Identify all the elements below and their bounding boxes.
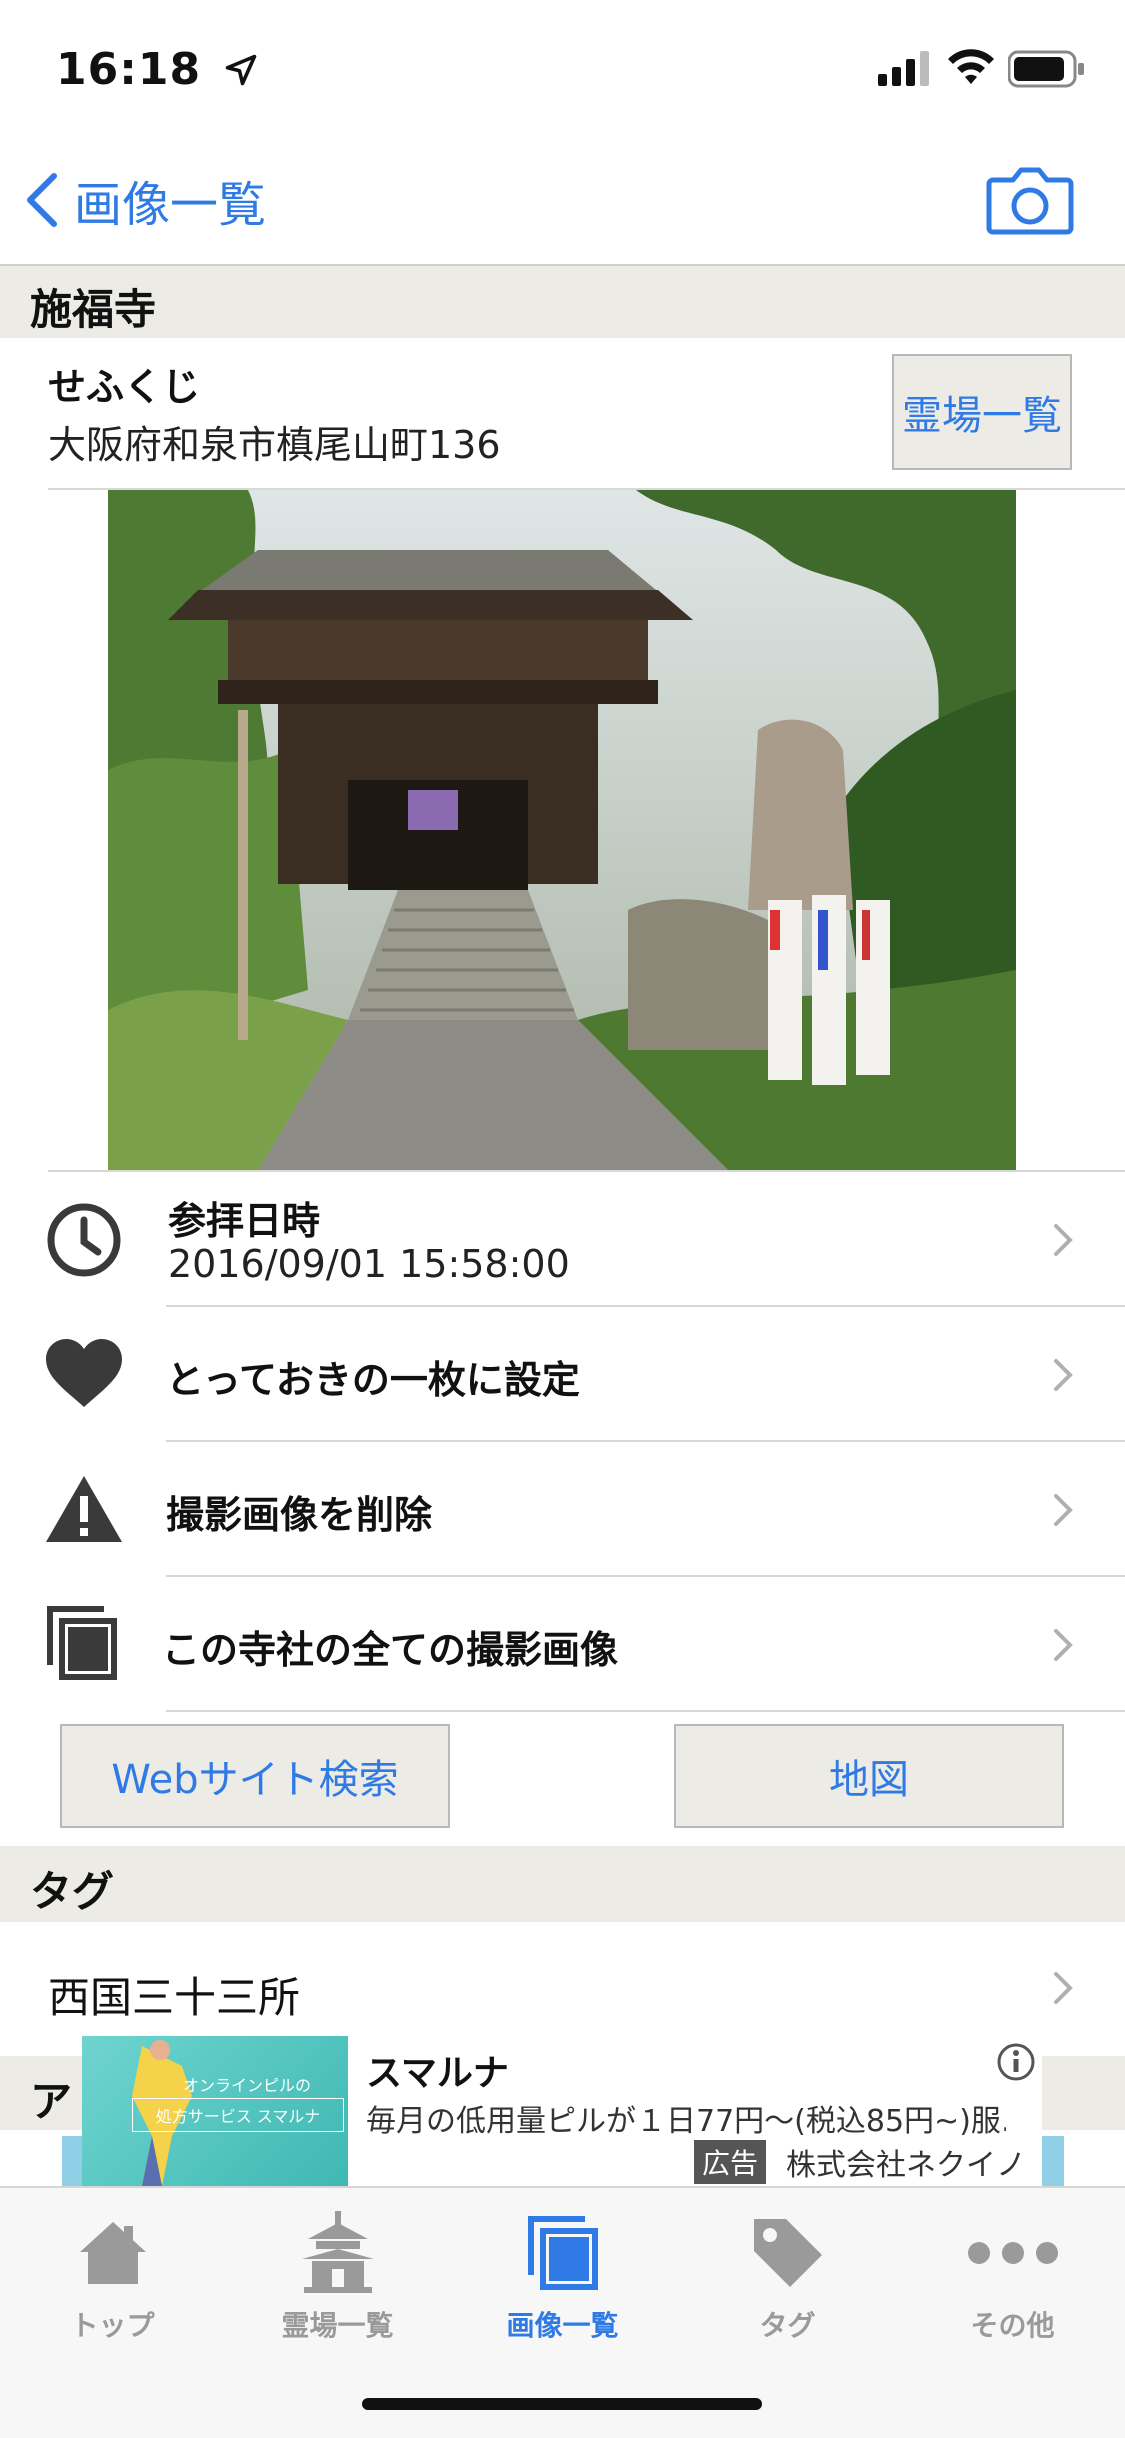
tab-images-label: 画像一覧 [506,2309,619,2342]
more-icon [967,2242,1058,2264]
ad-banner[interactable]: オンラインピルの 処方サービス スマルナ スマルナ 毎月の低用量ピルが１日77円… [82,2036,1042,2186]
wifi-icon [946,48,996,92]
temple-address: 大阪府和泉市槙尾山町136 [48,423,501,467]
temple-photo[interactable] [108,490,1016,1170]
battery-icon [1007,50,1086,92]
delete-image-row[interactable]: 撮影画像を削除 [0,1442,1125,1576]
delete-image-label: 撮影画像を削除 [166,1493,433,1537]
status-time: 16:18 [56,44,259,95]
home-indicator [362,2398,762,2410]
chevron-right-icon [1054,1494,1073,1526]
tag-icon [753,2219,822,2287]
camera-button[interactable] [985,160,1075,240]
all-images-row[interactable]: この寺社の全ての撮影画像 [0,1577,1125,1711]
all-images-label: この寺社の全ての撮影画像 [162,1628,619,1672]
set-favorite-row[interactable]: とっておきの一枚に設定 [0,1307,1125,1441]
tab-more[interactable]: その他 [900,2208,1125,2344]
ad-company: 株式会社ネクイノ [786,2148,1026,2183]
web-search-button[interactable]: Webサイト検索 [60,1724,450,1828]
chevron-right-icon [1054,1359,1073,1391]
tab-images[interactable]: 画像一覧 [450,2208,675,2344]
tags-header-label: タグ [30,1867,115,1916]
tab-sacred-sites-label: 霊場一覧 [281,2309,394,2342]
ad-image-text-1: オンラインピルの [182,2076,311,2095]
visit-datetime-row[interactable]: 参拝日時 2016/09/01 15:58:00 [0,1172,1125,1306]
warning-icon [46,1476,122,1542]
chevron-right-icon [1054,1629,1073,1661]
divider [166,1710,1125,1712]
camera-icon [986,167,1074,235]
back-label: 画像一覧 [74,177,267,233]
map-button[interactable]: 地図 [674,1724,1064,1828]
visit-datetime-value: 2016/09/01 15:58:00 [168,1242,570,1286]
temple-name-header: 施福寺 [0,266,1125,338]
tab-tags-label: タグ [759,2309,816,2342]
tab-top-label: トップ [70,2309,155,2342]
ad-title: スマルナ [366,2053,509,2094]
temple-reading: せふくじ [48,365,201,409]
ad-info-icon[interactable] [996,2042,1036,2082]
next-section-label: ア [30,2077,73,2126]
set-favorite-label: とっておきの一枚に設定 [166,1358,580,1402]
ad-description: 毎月の低用量ピルが１日77円〜(税込85円~)服… [366,2104,1006,2139]
temple-icon [301,2211,374,2293]
signal-icon [876,50,932,90]
tags-header: タグ [0,1846,1125,1922]
tab-more-label: その他 [970,2309,1055,2342]
tab-top[interactable]: トップ [0,2208,225,2344]
chevron-left-icon [27,173,57,227]
ad-image-text-2: 処方サービス スマルナ [132,2098,344,2132]
ad-image: オンラインピルの 処方サービス スマルナ [82,2036,348,2186]
images-icon [527,2216,598,2290]
clock-icon [47,1203,121,1277]
temple-name: 施福寺 [30,285,157,334]
images-stack-icon [47,1606,117,1680]
home-icon [79,2222,146,2284]
chevron-right-icon [1054,1224,1073,1256]
tab-sacred-sites[interactable]: 霊場一覧 [225,2208,450,2344]
tab-tags[interactable]: タグ [675,2208,900,2344]
visit-datetime-label: 参拝日時 [168,1199,321,1243]
chevron-right-icon [1054,1972,1073,2004]
sacred-site-list-button[interactable]: 霊場一覧 [892,354,1072,470]
tag-label: 西国三十三所 [48,1973,301,2022]
back-button[interactable]: 画像一覧 [24,160,266,240]
ad-badge: 広告 [694,2140,767,2184]
location-arrow-icon [226,54,257,86]
heart-icon [46,1339,122,1407]
